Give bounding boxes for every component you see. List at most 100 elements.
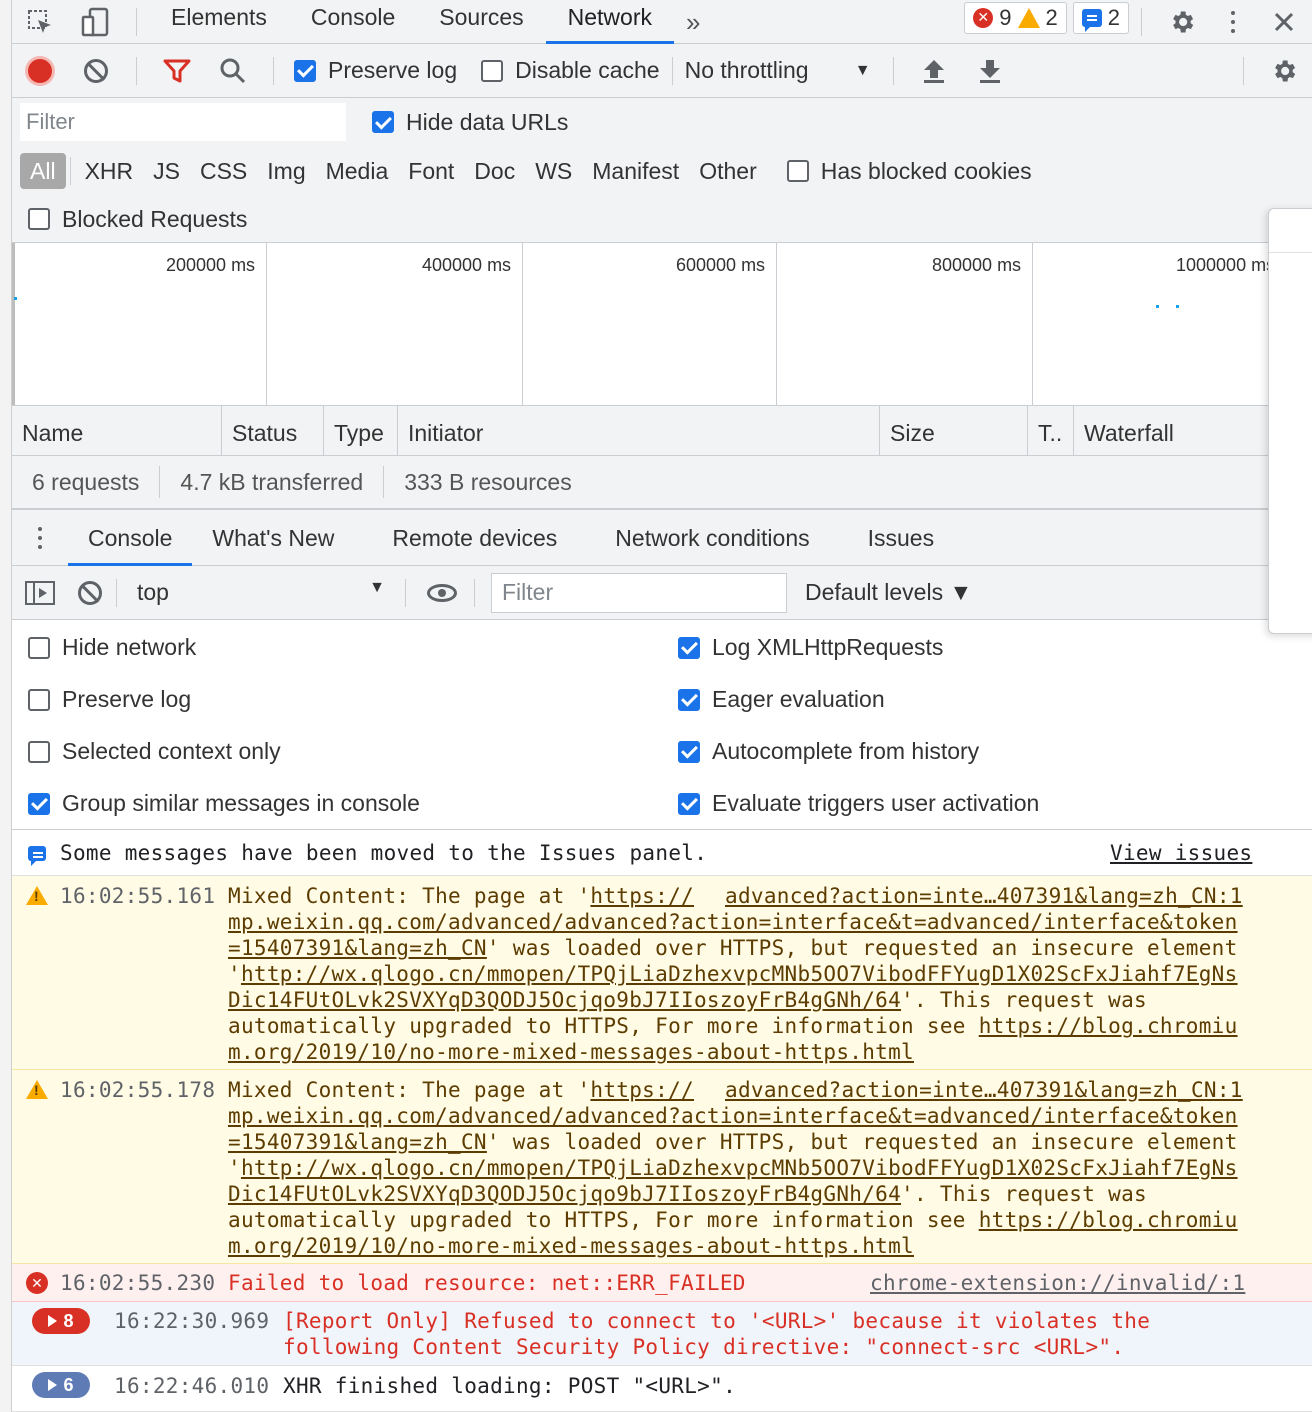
- record-button[interactable]: [12, 44, 68, 98]
- issues-counter[interactable]: 2: [1072, 1, 1129, 34]
- page-url-link[interactable]: https://: [590, 1078, 694, 1102]
- page-url-link[interactable]: mp.weixin.qq.com/advanced/advanced?actio…: [228, 1104, 1238, 1128]
- checkbox-unchecked[interactable]: [28, 636, 50, 659]
- evaluate-triggers-checkbox[interactable]: Evaluate triggers user activation: [678, 790, 1039, 817]
- csp-violation-group[interactable]: 8 16:22:30.969 [Report Only] Refused to …: [12, 1302, 1312, 1366]
- blog-link[interactable]: https://blog.chromiu: [979, 1014, 1238, 1038]
- export-har-button[interactable]: [962, 44, 1018, 98]
- blocked-requests-checkbox[interactable]: Blocked Requests: [28, 206, 247, 233]
- preserve-log-checkbox[interactable]: Preserve log: [294, 57, 457, 84]
- column-size[interactable]: Size: [880, 405, 1028, 456]
- tab-console[interactable]: Console: [289, 0, 417, 44]
- checkbox-checked[interactable]: [678, 636, 700, 659]
- type-js[interactable]: JS: [143, 153, 190, 189]
- hide-network-checkbox[interactable]: Hide network: [28, 634, 196, 661]
- type-xhr[interactable]: XHR: [75, 153, 144, 189]
- insecure-element-link[interactable]: Dic14FUtOLvk2SVXYqD3QODJ5Ocjqo9bJ7IIoszo…: [228, 988, 901, 1012]
- has-blocked-cookies-checkbox[interactable]: Has blocked cookies: [786, 158, 1032, 185]
- tab-elements[interactable]: Elements: [149, 0, 289, 44]
- drawer-tab-remote-devices[interactable]: Remote devices: [392, 510, 557, 566]
- type-ws[interactable]: WS: [525, 153, 582, 189]
- drawer-tab-console[interactable]: Console: [67, 510, 193, 566]
- drawer-tab-whats-new[interactable]: What's New: [212, 510, 334, 566]
- log-levels-select[interactable]: Default levels ▼: [805, 579, 972, 606]
- checkbox-unchecked[interactable]: [28, 208, 50, 230]
- console-filter-input[interactable]: Filter: [491, 572, 787, 613]
- page-url-link[interactable]: =15407391&lang=zh_CN: [228, 1130, 487, 1154]
- checkbox-checked[interactable]: [678, 688, 700, 711]
- xhr-finished-group[interactable]: 6 16:22:46.010 XHR finished loading: POS…: [12, 1366, 1312, 1412]
- tab-network[interactable]: Network: [545, 0, 675, 44]
- view-issues-link[interactable]: View issues: [1110, 841, 1252, 865]
- network-overview[interactable]: 200000 ms 400000 ms 600000 ms 800000 ms …: [12, 242, 1312, 406]
- checkbox-unchecked[interactable]: [481, 59, 504, 82]
- disable-cache-checkbox[interactable]: Disable cache: [481, 57, 660, 84]
- eager-evaluation-checkbox[interactable]: Eager evaluation: [678, 686, 885, 713]
- drawer-tab-issues[interactable]: Issues: [868, 510, 934, 566]
- filter-toggle-button[interactable]: [149, 44, 205, 98]
- message-source-link[interactable]: chrome-extension://invalid/:1: [870, 1271, 1245, 1295]
- drawer-tab-network-conditions[interactable]: Network conditions: [615, 510, 809, 566]
- message-source-link[interactable]: advanced?action=inte…407391&lang=zh_CN:1: [725, 884, 1243, 908]
- checkbox-unchecked[interactable]: [28, 740, 50, 763]
- type-img[interactable]: Img: [257, 153, 315, 189]
- drawer-menu-button[interactable]: [12, 526, 68, 549]
- clear-button[interactable]: [68, 44, 124, 98]
- hide-data-urls-checkbox[interactable]: Hide data URLs: [372, 109, 568, 136]
- checkbox-checked[interactable]: [294, 59, 316, 82]
- customize-menu-button[interactable]: [1210, 0, 1256, 44]
- group-similar-checkbox[interactable]: Group similar messages in console: [28, 790, 420, 817]
- checkbox-checked[interactable]: [678, 740, 700, 763]
- network-filter-input[interactable]: Filter: [20, 103, 346, 141]
- clear-console-button[interactable]: [68, 566, 112, 620]
- insecure-element-link[interactable]: Dic14FUtOLvk2SVXYqD3QODJ5Ocjqo9bJ7IIoszo…: [228, 1182, 901, 1206]
- repeat-count-badge[interactable]: 6: [32, 1372, 90, 1398]
- blog-link[interactable]: https://blog.chromiu: [979, 1208, 1238, 1232]
- live-expression-button[interactable]: [410, 566, 474, 620]
- type-font[interactable]: Font: [398, 153, 464, 189]
- page-url-link[interactable]: https://: [590, 884, 694, 908]
- checkbox-checked[interactable]: [28, 792, 50, 815]
- column-status[interactable]: Status: [222, 405, 324, 456]
- checkbox-unchecked[interactable]: [786, 160, 809, 182]
- show-console-sidebar-button[interactable]: [12, 566, 68, 620]
- import-har-button[interactable]: [906, 44, 962, 98]
- context-selector[interactable]: top ▼: [121, 579, 401, 606]
- type-media[interactable]: Media: [316, 153, 399, 189]
- checkbox-checked[interactable]: [678, 792, 700, 815]
- overview-left-handle[interactable]: [12, 243, 15, 405]
- selected-context-only-checkbox[interactable]: Selected context only: [28, 738, 281, 765]
- type-css[interactable]: CSS: [190, 153, 257, 189]
- page-url-link[interactable]: mp.weixin.qq.com/advanced/advanced?actio…: [228, 910, 1238, 934]
- more-tabs-button[interactable]: »: [674, 5, 712, 39]
- blog-link[interactable]: m.org/2019/10/no-more-mixed-messages-abo…: [228, 1234, 914, 1258]
- type-other[interactable]: Other: [689, 153, 767, 189]
- log-xhr-checkbox[interactable]: Log XMLHttpRequests: [678, 634, 943, 661]
- inspect-element-button[interactable]: [12, 0, 68, 44]
- search-button[interactable]: [205, 44, 261, 98]
- message-source-link[interactable]: advanced?action=inte…407391&lang=zh_CN:1: [725, 1078, 1243, 1102]
- network-settings-button[interactable]: [1256, 44, 1312, 98]
- type-all[interactable]: All: [20, 153, 66, 189]
- close-devtools-button[interactable]: [1256, 0, 1312, 44]
- checkbox-checked[interactable]: [372, 111, 394, 133]
- column-name[interactable]: Name: [12, 405, 222, 456]
- type-manifest[interactable]: Manifest: [582, 153, 689, 189]
- type-doc[interactable]: Doc: [464, 153, 525, 189]
- page-url-link[interactable]: =15407391&lang=zh_CN: [228, 936, 487, 960]
- column-time[interactable]: T..: [1028, 405, 1074, 456]
- error-warning-counter[interactable]: ✕ 9 2: [964, 1, 1067, 34]
- blog-link[interactable]: m.org/2019/10/no-more-mixed-messages-abo…: [228, 1040, 914, 1064]
- throttling-select[interactable]: No throttling ▼: [685, 57, 881, 84]
- insecure-element-link[interactable]: http://wx.qlogo.cn/mmopen/TPQjLiaDzhexvp…: [241, 962, 1238, 986]
- checkbox-unchecked[interactable]: [28, 688, 50, 711]
- tab-sources[interactable]: Sources: [417, 0, 545, 44]
- repeat-count-badge[interactable]: 8: [32, 1308, 90, 1334]
- autocomplete-checkbox[interactable]: Autocomplete from history: [678, 738, 979, 765]
- console-preserve-log-checkbox[interactable]: Preserve log: [28, 686, 191, 713]
- device-toolbar-button[interactable]: [68, 0, 124, 44]
- insecure-element-link[interactable]: http://wx.qlogo.cn/mmopen/TPQjLiaDzhexvp…: [241, 1156, 1238, 1180]
- column-type[interactable]: Type: [324, 405, 398, 456]
- settings-button[interactable]: [1154, 0, 1210, 44]
- column-initiator[interactable]: Initiator: [398, 405, 880, 456]
